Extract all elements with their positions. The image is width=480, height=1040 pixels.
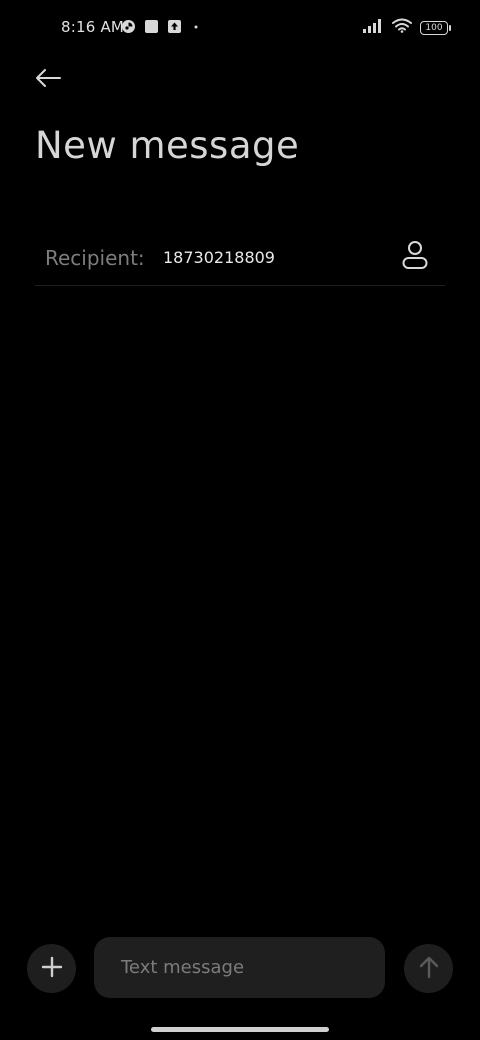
arrow-up-icon: [418, 955, 440, 983]
status-time: 8:16 AM: [61, 18, 125, 36]
home-indicator[interactable]: [151, 1027, 329, 1032]
dot-icon: [190, 19, 202, 38]
system-icons: 100: [362, 18, 451, 37]
battery-level: 100: [425, 22, 443, 33]
app-notification-icon: [121, 19, 136, 38]
square-notification-icon: [144, 19, 159, 38]
person-icon: [401, 240, 429, 274]
plus-icon: [41, 956, 63, 982]
upload-notification-icon: [167, 19, 182, 38]
wifi-icon: [392, 18, 412, 37]
back-button[interactable]: [30, 64, 66, 96]
status-bar: 8:16 AM 100: [0, 0, 480, 56]
signal-icon: [362, 18, 384, 37]
message-input[interactable]: [94, 937, 385, 998]
battery-icon: 100: [420, 20, 451, 35]
recipient-row[interactable]: Recipient: 18730218809: [35, 230, 445, 286]
contact-picker-button[interactable]: [399, 241, 431, 273]
recipient-value[interactable]: 18730218809: [163, 248, 275, 267]
add-attachment-button[interactable]: [27, 944, 76, 993]
notification-icons: [121, 19, 202, 38]
page-title: New message: [35, 124, 300, 167]
send-button[interactable]: [404, 944, 453, 993]
recipient-label: Recipient:: [45, 246, 145, 270]
arrow-left-icon: [34, 68, 62, 92]
